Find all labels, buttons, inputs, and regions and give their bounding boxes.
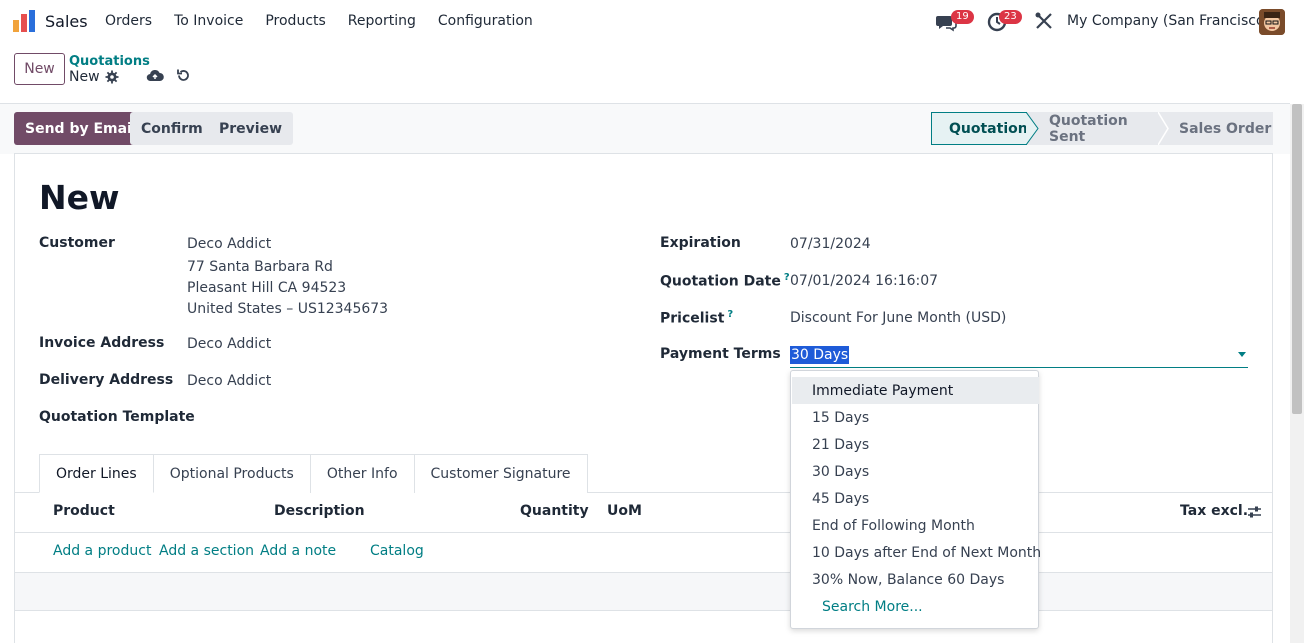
- stage-quotation-label: Quotation: [949, 120, 1028, 137]
- scrollbar-thumb[interactable]: [1292, 104, 1302, 414]
- user-avatar[interactable]: [1259, 9, 1285, 35]
- gear-icon[interactable]: [105, 70, 119, 84]
- chevron-down-icon[interactable]: [1238, 352, 1246, 357]
- column-quantity[interactable]: Quantity: [520, 503, 589, 519]
- expiration-field[interactable]: 07/31/2024: [790, 236, 871, 252]
- record-title: New: [39, 178, 120, 217]
- help-tooltip[interactable]: ?: [727, 309, 733, 320]
- stage-quotation-sent-label: Quotation Sent: [1049, 112, 1128, 145]
- quotation-template-label: Quotation Template: [39, 409, 195, 425]
- stage-arrow-icon: [1026, 112, 1039, 145]
- company-switcher[interactable]: My Company (San Francisco): [1067, 13, 1270, 29]
- menu-reporting[interactable]: Reporting: [348, 13, 416, 29]
- quotation-date-label: Quotation Date?: [660, 272, 790, 290]
- customer-address-line: 77 Santa Barbara Rd: [187, 259, 333, 275]
- payment-terms-selected-text: 30 Days: [790, 346, 850, 364]
- dropdown-option[interactable]: 21 Days: [792, 431, 1039, 458]
- tab-customer-signature[interactable]: Customer Signature: [413, 454, 588, 493]
- pricelist-field[interactable]: Discount For June Month (USD): [790, 310, 1006, 326]
- pricelist-label: Pricelist?: [660, 309, 733, 327]
- stage-quotation[interactable]: Quotation: [931, 112, 1039, 145]
- send-by-email-button[interactable]: Send by Email: [14, 112, 148, 145]
- table-header-divider: [14, 532, 1273, 533]
- add-section-link[interactable]: Add a section: [159, 543, 254, 559]
- sales-app-icon[interactable]: [12, 10, 36, 34]
- menu-to-invoice[interactable]: To Invoice: [174, 13, 243, 29]
- dropdown-option[interactable]: 15 Days: [792, 404, 1039, 431]
- quotation-date-field[interactable]: 07/01/2024 16:16:07: [790, 273, 938, 289]
- stage-quotation-sent[interactable]: Quotation Sent: [1027, 112, 1169, 145]
- tools-icon[interactable]: [1035, 12, 1053, 30]
- dropdown-option[interactable]: Immediate Payment: [792, 377, 1039, 404]
- dropdown-option[interactable]: 30% Now, Balance 60 Days: [792, 566, 1039, 593]
- delivery-address-label: Delivery Address: [39, 372, 174, 388]
- payment-terms-dropdown: Immediate Payment 15 Days 21 Days 30 Day…: [790, 370, 1041, 629]
- tab-order-lines[interactable]: Order Lines: [39, 454, 154, 493]
- activities-badge: 23: [999, 10, 1022, 24]
- column-tax-excl[interactable]: Tax excl.: [1180, 503, 1248, 519]
- table-footer-divider: [14, 610, 1273, 611]
- messages-badge: 19: [951, 10, 974, 24]
- delivery-address-field[interactable]: Deco Addict: [187, 373, 271, 389]
- customer-name[interactable]: Deco Addict: [187, 236, 271, 252]
- invoice-address-label: Invoice Address: [39, 335, 165, 351]
- app-name[interactable]: Sales: [45, 12, 88, 31]
- cloud-save-icon[interactable]: [146, 68, 164, 84]
- catalog-link[interactable]: Catalog: [370, 543, 424, 559]
- breadcrumb-current: New: [69, 69, 100, 85]
- discard-icon[interactable]: [176, 68, 191, 83]
- tab-other-info[interactable]: Other Info: [309, 454, 415, 493]
- preview-button[interactable]: Preview: [208, 112, 294, 145]
- dropdown-option[interactable]: 45 Days: [792, 485, 1039, 512]
- add-note-link[interactable]: Add a note: [260, 543, 336, 559]
- stage-arrow-icon: [1158, 112, 1169, 145]
- new-button[interactable]: New: [14, 53, 65, 85]
- help-tooltip[interactable]: ?: [784, 272, 790, 283]
- stage-pipeline: Quotation Quotation Sent Sales Order: [931, 112, 1273, 145]
- column-uom[interactable]: UoM: [607, 503, 642, 519]
- add-product-link[interactable]: Add a product: [53, 543, 151, 559]
- invoice-address-field[interactable]: Deco Addict: [187, 336, 271, 352]
- avatar-face-icon: [1259, 9, 1285, 35]
- dropdown-option[interactable]: End of Following Month: [792, 512, 1039, 539]
- form-sheet: [14, 153, 1273, 643]
- customer-address-line: United States – US12345673: [187, 301, 389, 317]
- confirm-button[interactable]: Confirm: [130, 112, 214, 145]
- optional-columns-icon[interactable]: [1247, 505, 1262, 519]
- search-more-option[interactable]: Search More...: [792, 593, 1039, 620]
- pricelist-label-text: Pricelist: [660, 310, 725, 327]
- stage-sales-order-label: Sales Order: [1179, 120, 1272, 137]
- main-menu: Orders To Invoice Products Reporting Con…: [105, 13, 555, 29]
- menu-configuration[interactable]: Configuration: [438, 13, 533, 29]
- payment-terms-input[interactable]: 30 Days: [790, 344, 1248, 368]
- table-footer-row: [15, 573, 1272, 610]
- menu-products[interactable]: Products: [265, 13, 325, 29]
- dropdown-option[interactable]: 10 Days after End of Next Month: [792, 539, 1041, 566]
- stage-sales-order[interactable]: Sales Order: [1159, 112, 1273, 145]
- payment-terms-label: Payment Terms: [660, 346, 781, 362]
- tab-optional-products[interactable]: Optional Products: [152, 454, 311, 493]
- notebook-tabs: Order Lines Optional Products Other Info…: [39, 454, 588, 493]
- customer-label: Customer: [39, 235, 115, 251]
- top-navbar: Sales Orders To Invoice Products Reporti…: [0, 0, 1304, 44]
- column-product[interactable]: Product: [53, 503, 115, 519]
- breadcrumb-quotations[interactable]: Quotations: [69, 54, 150, 69]
- menu-orders[interactable]: Orders: [105, 13, 152, 29]
- dropdown-option[interactable]: 30 Days: [792, 458, 1039, 485]
- expiration-label: Expiration: [660, 235, 741, 251]
- quotation-date-label-text: Quotation Date: [660, 273, 781, 290]
- column-description[interactable]: Description: [274, 503, 365, 519]
- customer-address-line: Pleasant Hill CA 94523: [187, 280, 347, 296]
